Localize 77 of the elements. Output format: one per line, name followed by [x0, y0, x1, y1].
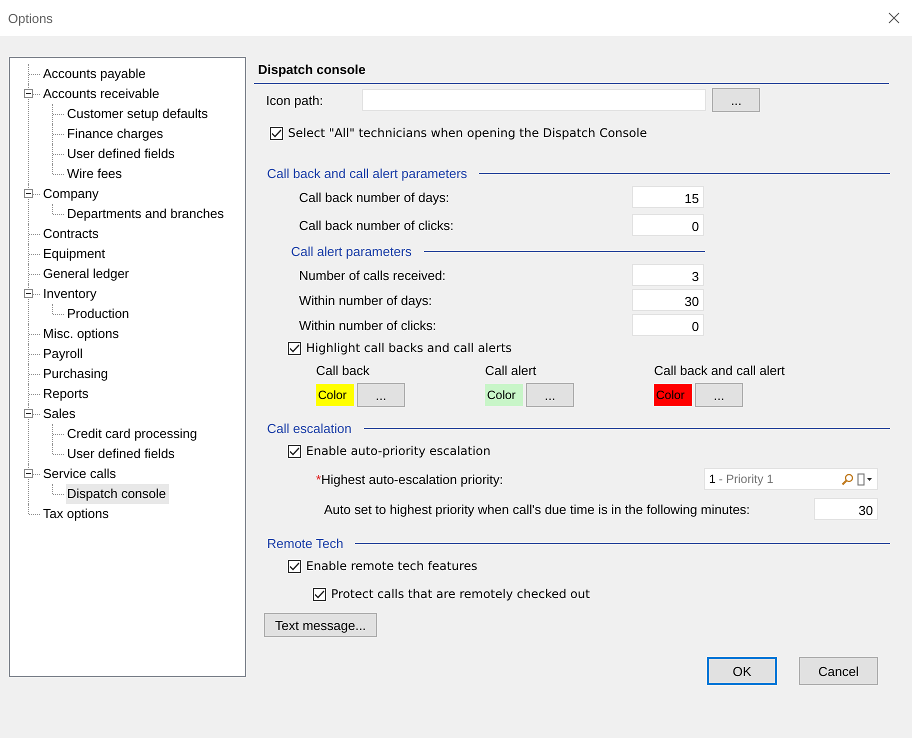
dropdown-icon[interactable]: [857, 472, 873, 486]
number-field[interactable]: 30: [814, 498, 878, 520]
checkbox-label: Protect calls that are remotely checked out: [331, 587, 590, 601]
tree-item[interactable]: User defined fields: [66, 444, 178, 464]
icon-path-field[interactable]: [362, 89, 706, 111]
tree-item[interactable]: Tax options: [42, 504, 112, 524]
section-title: Call back and call alert parameters: [267, 166, 468, 181]
number-field[interactable]: 0: [632, 314, 704, 336]
checkbox[interactable]: [288, 560, 301, 572]
tree-item[interactable]: Customer setup defaults: [66, 104, 211, 124]
color-label: Call back and call alert: [654, 363, 786, 378]
tree-item[interactable]: Accounts receivable: [42, 84, 162, 104]
section-title: Call alert parameters: [291, 244, 412, 259]
panel-title: Dispatch console: [258, 62, 366, 77]
color-picker-button[interactable]: ...: [526, 383, 574, 407]
checkbox[interactable]: [270, 126, 283, 140]
tree-item[interactable]: Misc. options: [42, 324, 122, 344]
number-field[interactable]: 0: [632, 214, 704, 236]
field-label: Icon path:: [266, 92, 324, 108]
field-label: Within number of days:: [299, 292, 433, 308]
checkbox[interactable]: [288, 342, 301, 354]
tree-item[interactable]: User defined fields: [66, 144, 178, 164]
checkbox[interactable]: [288, 444, 301, 458]
tree-item[interactable]: Reports: [42, 384, 92, 404]
field-label: Within number of clicks:: [299, 318, 438, 332]
tree-item[interactable]: Finance charges: [66, 124, 166, 144]
color-picker-button[interactable]: ...: [695, 383, 743, 407]
tree-item[interactable]: General ledger: [42, 264, 132, 284]
checkbox[interactable]: [313, 588, 326, 600]
tree-item[interactable]: Dispatch console: [66, 484, 169, 504]
checkbox-label: Enable remote tech features: [306, 559, 478, 573]
field-label: Auto set to highest priority when call's due time is in the following minutes:: [324, 502, 751, 516]
tree-item[interactable]: Departments and branches: [66, 204, 227, 224]
priority-combo[interactable]: 1 - Priority 1: [704, 468, 878, 490]
tree-item[interactable]: Inventory: [42, 284, 100, 304]
collapse-icon[interactable]: [24, 89, 33, 98]
tree-item[interactable]: Purchasing: [42, 364, 112, 384]
field-label: Number of calls received:: [299, 268, 447, 282]
section-title: Call escalation: [267, 421, 352, 436]
close-icon[interactable]: [888, 12, 900, 24]
color-label: Call back: [316, 363, 370, 378]
tree-item[interactable]: Wire fees: [66, 164, 125, 184]
window-title: Options: [8, 10, 53, 26]
dialog-button[interactable]: Cancel: [799, 657, 878, 685]
checkbox-label: Highlight call backs and call alerts: [306, 341, 512, 355]
color-swatch: Color: [485, 384, 523, 406]
dialog-button[interactable]: OK: [707, 657, 777, 685]
field-label: Call back number of clicks:: [299, 218, 455, 232]
text-message-button[interactable]: Text message...: [264, 613, 378, 637]
required-mark: *: [316, 472, 322, 486]
field-label: Call back number of days:: [299, 190, 450, 204]
color-swatch: Color: [654, 384, 692, 406]
checkbox-label: Enable auto-priority escalation: [306, 444, 491, 458]
collapse-icon[interactable]: [24, 289, 33, 298]
browse-button[interactable]: ...: [712, 88, 760, 112]
tree-item[interactable]: Production: [66, 304, 132, 324]
tree-item[interactable]: Service calls: [42, 464, 119, 484]
field-label: Highest auto-escalation priority:: [321, 472, 504, 486]
search-icon[interactable]: [841, 472, 854, 486]
color-picker-button[interactable]: ...: [357, 383, 405, 407]
collapse-icon[interactable]: [24, 469, 33, 478]
number-field[interactable]: 30: [632, 289, 704, 311]
tree-item[interactable]: Accounts payable: [42, 64, 149, 84]
tree-item[interactable]: Equipment: [42, 244, 108, 264]
section-title: Remote Tech: [267, 536, 344, 551]
color-swatch: Color: [316, 384, 354, 406]
collapse-icon[interactable]: [24, 409, 33, 418]
tree-item[interactable]: Payroll: [42, 344, 86, 364]
tree-item[interactable]: Company: [42, 184, 102, 204]
color-label: Call alert: [485, 363, 538, 378]
tree-item[interactable]: Credit card processing: [66, 424, 200, 444]
tree-item[interactable]: Contracts: [42, 224, 102, 244]
number-field[interactable]: 15: [632, 186, 704, 208]
number-field[interactable]: 3: [632, 264, 704, 286]
checkbox-label: Select "All" technicians when opening the Dispatch Console: [288, 126, 647, 140]
tree-item[interactable]: Sales: [42, 404, 79, 424]
collapse-icon[interactable]: [24, 189, 33, 198]
